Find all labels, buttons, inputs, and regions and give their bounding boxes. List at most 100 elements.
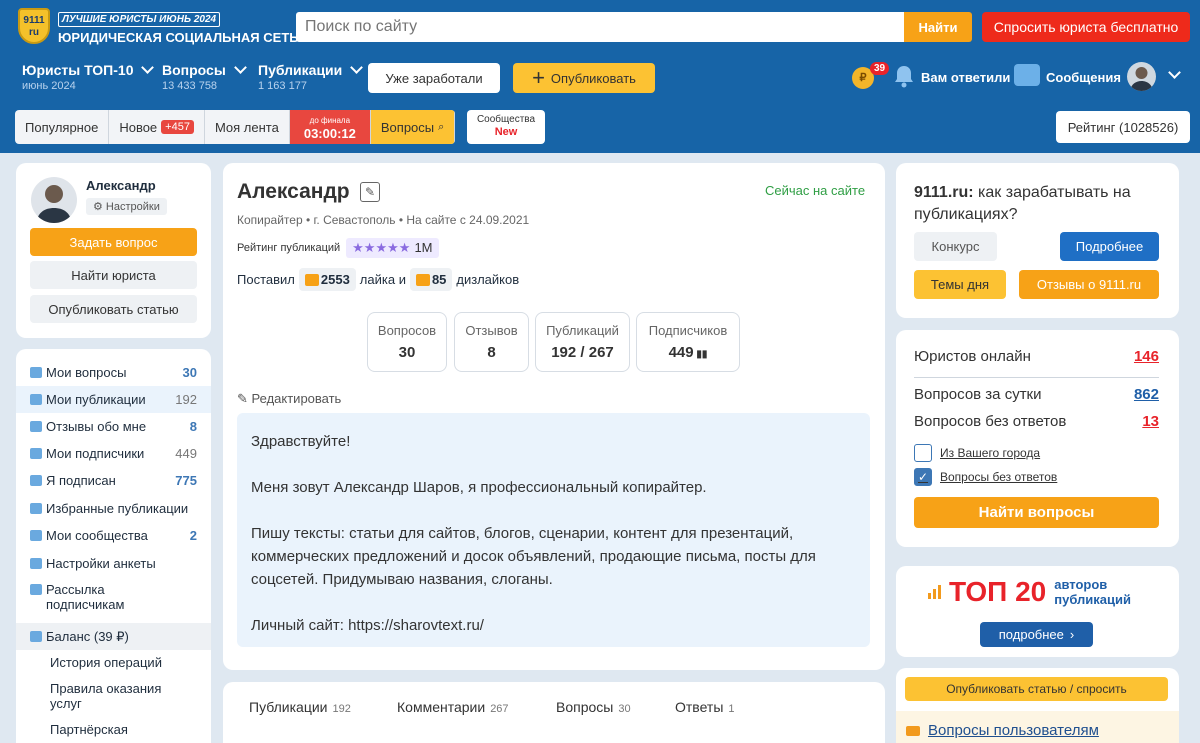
about-paragraph: Личный сайт: https://sharovtext.ru/	[251, 617, 484, 634]
checkbox-unanswered[interactable]: ✓ Вопросы без ответов	[914, 468, 1057, 486]
profile-name: Александр	[237, 180, 350, 203]
stat-lawyers-online[interactable]: Юристов онлайн 146	[914, 348, 1159, 365]
stat-unanswered[interactable]: Вопросов без ответов 13	[914, 413, 1159, 430]
pencil-icon: ✎	[237, 391, 248, 406]
stat-publications[interactable]: Публикаций 192 / 267	[535, 312, 630, 372]
top20-banner[interactable]: ТОП 20 авторов публикаций	[928, 576, 1146, 608]
contest-button[interactable]: Конкурс	[914, 232, 997, 261]
comment-icon	[30, 421, 42, 432]
user-name[interactable]: Александр	[86, 178, 156, 193]
nav-publications[interactable]: Публикации 1 163 177	[258, 61, 364, 92]
menu-service-rules[interactable]: Правила оказания услуг	[50, 681, 190, 711]
nav-sub: июнь 2024	[22, 80, 76, 92]
rating-value: 1M	[414, 240, 433, 255]
chevron-right-icon: ›	[1069, 627, 1075, 642]
pencil-icon[interactable]: ✎	[360, 182, 380, 202]
chevron-down-icon	[233, 61, 247, 74]
menu-my-subscribers[interactable]: Мои подписчики 449	[16, 440, 211, 467]
publication-rating: Рейтинг публикаций ★★★★★ 1M	[237, 238, 439, 258]
top20-subtitle: авторов публикаций	[1054, 577, 1131, 607]
menu-profile-settings[interactable]: Настройки анкеты	[16, 550, 211, 577]
ask-lawyer-button[interactable]: Спросить юриста бесплатно	[982, 12, 1190, 42]
stat-reviews[interactable]: Отзывов 8	[454, 312, 529, 372]
menu-operations-history[interactable]: История операций	[50, 655, 162, 670]
stat-value: 449	[668, 344, 694, 361]
already-earned-button[interactable]: Уже заработали	[368, 63, 500, 93]
tab-questions[interactable]: Вопросы ⌕	[370, 110, 456, 144]
menu-subscribed[interactable]: Я подписан 775	[16, 467, 211, 494]
top20-title: ТОП 20	[949, 576, 1047, 607]
checkbox-city[interactable]: Из Вашего города	[914, 444, 1040, 462]
nav-top-lawyers[interactable]: Юристы ТОП-10 июнь 2024	[22, 61, 155, 92]
menu-label: Настройки анкеты	[46, 556, 156, 571]
promo-title[interactable]: 9111.ru: как зарабатывать на публикациях…	[914, 182, 1154, 226]
chart-bars-icon	[928, 585, 941, 599]
document-icon	[30, 394, 42, 405]
publish-ask-button[interactable]: Опубликовать статью / спросить	[905, 677, 1168, 701]
tab-popular[interactable]: Популярное	[15, 110, 110, 144]
more-button[interactable]: подробнее ›	[980, 622, 1093, 647]
header-avatar[interactable]	[1127, 62, 1156, 91]
tab-communities-label: Сообщества	[476, 114, 536, 125]
publish-article-button[interactable]: Опубликовать статью	[30, 295, 197, 323]
likes-badge[interactable]: 2553	[298, 268, 356, 291]
stat-label: Юристов онлайн	[914, 348, 1031, 365]
user-avatar[interactable]	[31, 177, 77, 223]
tab-my-feed[interactable]: Моя лента	[205, 110, 290, 144]
stat-questions[interactable]: Вопросов 30	[367, 312, 447, 372]
nav-questions[interactable]: Вопросы 13 433 758	[162, 61, 247, 92]
site-header: 9111 ru ЛУЧШИЕ ЮРИСТЫ ИЮНЬ 2024 ЮРИДИЧЕС…	[0, 0, 1200, 153]
tab-communities[interactable]: Сообщества New	[467, 110, 545, 144]
stat-subscribers[interactable]: Подписчиков 449 ▮▮	[636, 312, 740, 372]
menu-newsletter[interactable]: Рассылка подписчикам	[16, 582, 146, 618]
tab-questions-profile[interactable]: Вопросы 30	[556, 699, 631, 715]
tab-new[interactable]: Новое +457	[109, 110, 205, 144]
stat-questions-day[interactable]: Вопросов за сутки 862	[914, 386, 1159, 403]
gear-icon	[30, 558, 42, 569]
menu-balance[interactable]: Баланс (39 ₽)	[16, 623, 211, 650]
edit-link[interactable]: ✎ Редактировать	[237, 391, 341, 407]
tab-final-timer[interactable]: до финала 03:00:12	[289, 110, 371, 144]
likes-line: Поставил 2553 лайка и 85 дизлайков	[237, 268, 519, 291]
menu-reviews[interactable]: Отзывы обо мне 8	[16, 413, 211, 440]
menu-label: Рассылка подписчикам	[46, 582, 125, 612]
answered-link[interactable]: Вам ответили	[921, 70, 1010, 85]
tab-comments[interactable]: Комментарии 267	[397, 699, 509, 715]
ask-question-button[interactable]: Задать вопрос	[30, 228, 197, 256]
logo-shield-icon[interactable]: 9111 ru	[18, 8, 50, 44]
details-button[interactable]: Подробнее	[1060, 232, 1159, 261]
publish-button[interactable]: + Опубликовать	[513, 63, 655, 93]
tab-answers[interactable]: Ответы 1	[675, 699, 735, 715]
checkbox-label: Вопросы без ответов	[940, 470, 1058, 484]
chevron-down-icon[interactable]	[1168, 66, 1181, 79]
nav-title: Вопросы	[162, 62, 226, 78]
logo-tagline[interactable]: ЛУЧШИЕ ЮРИСТЫ ИЮНЬ 2024	[58, 12, 221, 27]
about-paragraph: Здравствуйте!	[251, 433, 351, 450]
menu-my-publications[interactable]: Мои публикации 192	[16, 386, 211, 413]
tab-label: Публикации	[249, 699, 328, 715]
search-input[interactable]	[296, 12, 904, 42]
menu-communities[interactable]: Мои сообщества 2	[16, 522, 211, 549]
stat-label: Вопросов без ответов	[914, 413, 1067, 430]
search-button[interactable]: Найти	[904, 12, 972, 42]
rating-button[interactable]: Рейтинг (1028526)	[1056, 111, 1190, 143]
bell-icon[interactable]	[893, 64, 915, 88]
find-questions-button[interactable]: Найти вопросы	[914, 497, 1159, 528]
dislikes-badge[interactable]: 85	[409, 268, 453, 291]
stat-label: Подписчиков	[648, 323, 728, 338]
users-questions-link[interactable]: Вопросы пользователям	[906, 722, 1099, 739]
menu-favorites[interactable]: Избранные публикации	[16, 495, 211, 522]
feed-tabs: Популярное Новое +457 Моя лента до финала…	[15, 110, 456, 144]
logo-title[interactable]: ЮРИДИЧЕСКАЯ СОЦИАЛЬНАЯ СЕТЬ	[58, 30, 299, 45]
message-icon[interactable]	[1014, 64, 1040, 86]
settings-button[interactable]: ⚙ Настройки	[86, 198, 167, 215]
find-lawyer-button[interactable]: Найти юриста	[30, 261, 197, 289]
menu-my-questions[interactable]: Мои вопросы 30	[16, 359, 211, 386]
stat-value: 13	[1142, 413, 1159, 430]
reviews-button[interactable]: Отзывы о 9111.ru	[1019, 270, 1159, 299]
messages-link[interactable]: Сообщения	[1046, 70, 1121, 85]
rating-box[interactable]: ★★★★★ 1M	[346, 238, 439, 258]
topics-button[interactable]: Темы дня	[914, 270, 1006, 299]
tab-publications[interactable]: Публикации 192	[249, 699, 351, 715]
menu-partner[interactable]: Партнёрская	[50, 722, 128, 737]
